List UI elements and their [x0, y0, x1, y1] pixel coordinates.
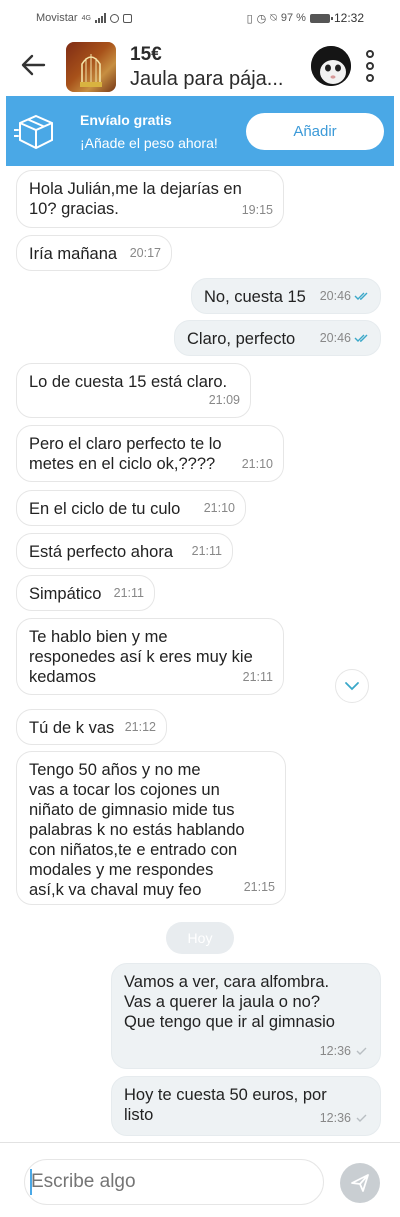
alarm-icon: ◷: [256, 12, 267, 25]
message-bubble[interactable]: En el ciclo de tu culo 21:10: [16, 490, 246, 526]
banner-subtitle: ¡Añade el peso ahora!: [80, 135, 218, 151]
message-time: 21:10: [203, 501, 235, 515]
message-time: 12:36: [319, 1044, 351, 1058]
message-time: 12:36: [319, 1111, 351, 1125]
message-input[interactable]: [24, 1159, 324, 1205]
message-time: 21:12: [124, 720, 156, 734]
message-meta: 12:36: [320, 1108, 370, 1128]
clock: 12:32: [333, 11, 364, 25]
message-time: 21:11: [242, 670, 273, 684]
signal-icon: [94, 13, 106, 23]
status-bar: Movistar 4G ▯ ◷ ⍉ 97 % 12:32: [0, 0, 400, 36]
more-vertical-icon[interactable]: [360, 48, 380, 84]
chevron-down-icon: [345, 682, 359, 691]
text-caret: [30, 1169, 32, 1195]
chat-header: 15€ Jaula para pája...: [0, 36, 400, 96]
message-bubble[interactable]: Hola Julián,me la dejarías en 10? gracia…: [16, 170, 284, 228]
status-right: ▯ ◷ ⍉ 97 % 12:32: [247, 11, 364, 25]
item-title[interactable]: Jaula para pája...: [130, 68, 283, 91]
message-time: 20:46: [319, 289, 351, 303]
message-time: 21:09: [208, 393, 240, 407]
message-meta: 20:46: [320, 286, 370, 306]
package-icon: [13, 110, 58, 154]
item-price: 15€: [130, 44, 162, 65]
composer: [0, 1142, 400, 1217]
check-icon: [356, 1114, 367, 1122]
message-time: 20:46: [319, 331, 351, 345]
message-bubble[interactable]: Pero el claro perfecto te lo metes en el…: [16, 425, 284, 482]
message-bubble[interactable]: Simpático 21:11: [16, 575, 155, 611]
message-time: 20:17: [129, 246, 161, 260]
message-meta: 20:46: [320, 328, 370, 348]
vibrate-icon: ▯: [246, 12, 253, 25]
message-time: 21:10: [241, 457, 273, 471]
status-left: Movistar 4G: [36, 12, 132, 24]
item-thumbnail[interactable]: [66, 42, 116, 92]
message-time: 19:15: [241, 203, 273, 217]
instagram-icon: [122, 13, 132, 23]
check-icon: [356, 1047, 367, 1055]
message-bubble[interactable]: Claro, perfecto 20:46: [174, 320, 381, 356]
add-weight-button[interactable]: Añadir: [246, 113, 384, 150]
battery-icon: [309, 13, 333, 23]
message-bubble[interactable]: Está perfecto ahora 21:11: [16, 533, 233, 569]
whatsapp-icon: [109, 13, 119, 23]
message-bubble[interactable]: Hoy te cuesta 50 euros, por listo 12:36: [111, 1076, 381, 1136]
send-icon: [351, 1174, 369, 1192]
message-bubble[interactable]: Te hablo bien y me responedes así k eres…: [16, 618, 284, 695]
battery-label: 97 %: [280, 12, 306, 24]
scroll-to-bottom-button[interactable]: [335, 669, 369, 703]
double-check-icon: [354, 292, 368, 300]
free-shipping-banner: Envíalo gratis ¡Añade el peso ahora! Aña…: [6, 96, 394, 166]
date-separator: Hoy: [166, 922, 234, 954]
message-bubble[interactable]: Iría mañana 20:17: [16, 235, 172, 271]
mute-icon: ⍉: [270, 11, 277, 24]
double-check-icon: [354, 334, 368, 342]
message-bubble[interactable]: Tengo 50 años y no me vas a tocar los co…: [16, 751, 286, 905]
avatar[interactable]: [311, 46, 351, 86]
carrier-label: Movistar: [36, 12, 78, 24]
message-bubble[interactable]: Vamos a ver, cara alfombra. Vas a querer…: [111, 963, 381, 1069]
message-time: 21:15: [243, 880, 275, 894]
message-time: 21:11: [191, 544, 222, 558]
network-label: 4G: [81, 14, 91, 22]
message-list[interactable]: Hola Julián,me la dejarías en 10? gracia…: [0, 166, 400, 1142]
banner-title: Envíalo gratis: [80, 112, 172, 128]
message-meta: 12:36: [320, 1041, 370, 1061]
message-time: 21:11: [113, 586, 144, 600]
message-text: Vamos a ver, cara alfombra. Vas a querer…: [124, 973, 335, 1031]
send-button[interactable]: [340, 1163, 380, 1203]
message-bubble[interactable]: Tú de k vas 21:12: [16, 709, 167, 745]
arrow-left-icon[interactable]: [18, 50, 48, 80]
message-bubble[interactable]: No, cuesta 15 20:46: [191, 278, 381, 314]
message-bubble[interactable]: Lo de cuesta 15 está claro. 21:09: [16, 363, 251, 418]
